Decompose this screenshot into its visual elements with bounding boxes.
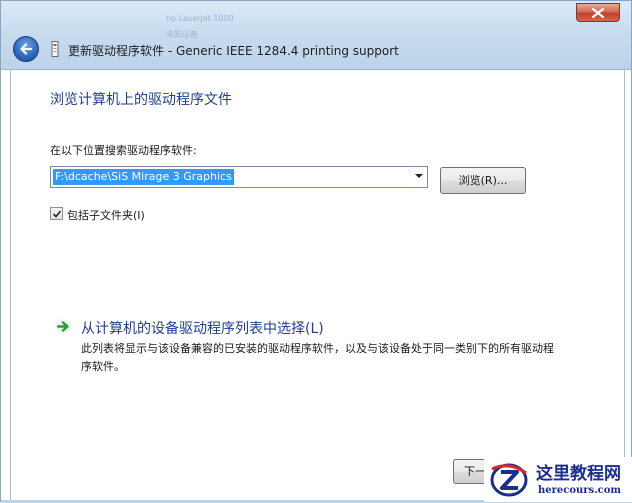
watermark-logo-icon [490, 463, 528, 497]
update-driver-window: hp LaserJet 1000 未知设备 更新驱动程序软件 - Generic… [0, 0, 632, 503]
close-icon [592, 8, 604, 18]
path-value[interactable]: F:\dcache\SiS Mirage 3 Graphics [53, 169, 234, 185]
window-title: 更新驱动程序软件 - Generic IEEE 1284.4 printing … [68, 44, 399, 58]
checkmark-icon [52, 210, 62, 218]
pick-from-list-description: 此列表将显示与该设备兼容的已安装的驱动程序软件，以及与该设备处于同一类别下的所有… [81, 342, 554, 373]
pick-from-list-link[interactable]: 从计算机的设备驱动程序列表中选择(L) [81, 318, 324, 338]
watermark: 这里教程网 herecours.com [484, 457, 632, 502]
close-button[interactable] [576, 3, 620, 22]
watermark-site: herecours.com [538, 485, 622, 496]
browse-button[interactable]: 浏览(R)... [440, 167, 526, 194]
green-arrow-icon[interactable] [56, 319, 71, 334]
window-frame: hp LaserJet 1000 未知设备 更新驱动程序软件 - Generic… [1, 1, 631, 70]
search-location-label: 在以下位置搜索驱动程序软件: [50, 144, 197, 157]
include-subfolders-label[interactable]: 包括子文件夹(I) [67, 207, 145, 223]
path-combobox[interactable]: F:\dcache\SiS Mirage 3 Graphics [50, 166, 428, 188]
wizard-content: 浏览计算机上的驱动程序文件 在以下位置搜索驱动程序软件: F:\dcache\S… [10, 70, 625, 500]
watermark-title: 这里教程网 [536, 464, 621, 484]
chevron-down-icon[interactable] [415, 174, 423, 178]
back-arrow-icon [20, 43, 33, 55]
header-bar: 更新驱动程序软件 - Generic IEEE 1284.4 printing … [9, 31, 623, 67]
include-subfolders-checkbox[interactable] [50, 207, 63, 220]
page-heading: 浏览计算机上的驱动程序文件 [50, 92, 232, 108]
background-ghost-text: hp LaserJet 1000 [166, 14, 234, 23]
back-button[interactable] [13, 36, 39, 62]
device-icon [51, 41, 59, 57]
